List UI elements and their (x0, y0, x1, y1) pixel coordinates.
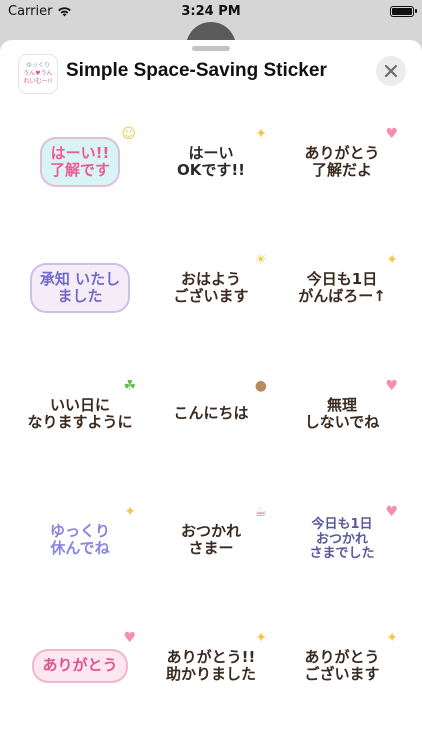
app-title: Simple Space-Saving Sticker (66, 60, 327, 81)
sticker-line: はーい!! (50, 143, 110, 162)
sticker-line: 無理 (326, 395, 357, 414)
sticker-s1[interactable]: はーい!! 了解です ☺ (20, 112, 140, 212)
sparkle-icon: ✦ (386, 630, 398, 646)
sticker-line: 助かりました (165, 665, 256, 683)
smile-icon: ☺ (121, 126, 136, 142)
sheet-grabber[interactable] (192, 46, 230, 51)
sticker-s15[interactable]: ありがとう ございます ✦ (282, 616, 402, 716)
battery-icon (390, 5, 417, 17)
sticker-label: ありがとう (32, 649, 128, 683)
sticker-s5[interactable]: おはよう ございます ☀ (151, 238, 271, 338)
sticker-s10[interactable]: ゆっくり 休んでね ✦ (20, 490, 140, 590)
sticker-label: 今日も1日 おつかれ さまでした (301, 511, 383, 569)
star-icon: ✦ (386, 252, 398, 268)
sticker-line: おつかれ (180, 521, 241, 540)
app-icon-text-2: うん♥うん (23, 70, 53, 77)
sticker-label: こんにちは (165, 399, 257, 429)
sticker-line: がんばろー↑ (298, 287, 386, 305)
sticker-line: 休んでね (50, 539, 110, 557)
sticker-label: ありがとう 了解だよ (296, 138, 388, 186)
sticker-line: こんにちは (173, 404, 249, 423)
sticker-line: さまでした (309, 546, 375, 562)
carrier-label: Carrier (8, 3, 53, 19)
sticker-s2[interactable]: はーい OKです!! ✦ (151, 112, 271, 212)
sticker-line: しないでね (304, 413, 380, 431)
status-bar: Carrier 3:24 PM (0, 0, 422, 22)
sticker-s11[interactable]: おつかれ さまー ☕ (151, 490, 271, 590)
heart-icon: ♥ (385, 378, 398, 394)
sticker-line: 了解だよ (311, 161, 372, 179)
sticker-line: ございます (304, 665, 380, 683)
close-icon (385, 65, 397, 77)
bear-icon: ● (254, 378, 267, 394)
status-left: Carrier (8, 4, 72, 19)
sticker-line: おつかれ (315, 531, 368, 547)
sparkle-icon: ✦ (255, 126, 267, 142)
sticker-line: 今日も1日 (306, 269, 378, 288)
heart-icon: ♥ (123, 630, 136, 646)
sticker-sheet: ゆっくり うん♥うん れいむー!! Simple Space-Saving St… (0, 40, 422, 750)
bunny-icon: ♥ (385, 126, 398, 142)
sticker-line: いい日に (50, 395, 111, 414)
close-button[interactable] (376, 56, 406, 86)
sparkle-icon: ✦ (255, 630, 267, 646)
sticker-s4[interactable]: 承知 いたし ました (20, 238, 140, 338)
app-icon: ゆっくり うん♥うん れいむー!! (18, 54, 58, 94)
sticker-s9[interactable]: 無理 しないでね ♥ (282, 364, 402, 464)
sticker-label: おつかれ さまー (172, 516, 249, 564)
sticker-label: ありがとう!! 助かりました (157, 642, 264, 690)
sticker-label: ありがとう ございます (296, 642, 388, 690)
sticker-s7[interactable]: いい日に なりますように ☘ (19, 364, 141, 464)
sticker-label: はーい OKです!! (168, 138, 254, 186)
sticker-label: ゆっくり 休んでね (41, 516, 118, 564)
sticker-label: 無理 しないでね (296, 390, 388, 438)
heart-icon: ♥ (385, 504, 398, 520)
sticker-line: ありがとう (304, 143, 380, 162)
sticker-s3[interactable]: ありがとう 了解だよ ♥ (282, 112, 402, 212)
sticker-s12[interactable]: 今日も1日 おつかれ さまでした ♥ (282, 490, 402, 590)
sticker-line: 今日も1日 (311, 516, 373, 532)
sticker-line: ありがとう!! (166, 647, 256, 666)
sticker-line: おはよう (180, 269, 241, 288)
sticker-line: ありがとう (42, 656, 118, 675)
sticker-line: ございます (173, 287, 249, 305)
sticker-line: ました (57, 287, 103, 305)
app-icon-text-3: れいむー!! (23, 78, 53, 85)
sticker-label: 承知 いたし ました (29, 262, 131, 314)
sparkle-icon: ✦ (124, 504, 136, 520)
sticker-line: さまー (188, 539, 234, 557)
sticker-line: なりますように (27, 413, 133, 431)
app-icon-text-1: ゆっくり (25, 62, 50, 69)
cup-icon: ☕ (254, 504, 267, 520)
sun-icon: ☀ (254, 252, 267, 268)
sticker-line: 承知 いたし (39, 269, 121, 288)
sticker-line: 了解です (49, 161, 110, 179)
clover-icon: ☘ (123, 378, 136, 394)
sticker-line: OKです!! (176, 161, 246, 179)
sticker-label: いい日に なりますように (19, 390, 141, 438)
sticker-label: はーい!! 了解です (39, 136, 120, 188)
sticker-s6[interactable]: 今日も1日 がんばろー↑ ✦ (282, 238, 402, 338)
sticker-label: 今日も1日 がんばろー↑ (290, 264, 394, 312)
sticker-s14[interactable]: ありがとう!! 助かりました ✦ (151, 616, 271, 716)
sticker-s8[interactable]: こんにちは ● (151, 364, 271, 464)
sticker-line: はーい (188, 143, 234, 162)
sticker-label: おはよう ございます (165, 264, 257, 312)
sticker-line: ゆっくり (49, 521, 110, 540)
sticker-s13[interactable]: ありがとう ♥ (20, 616, 140, 716)
sheet-header: ゆっくり うん♥うん れいむー!! Simple Space-Saving St… (0, 54, 422, 100)
wifi-icon (58, 6, 72, 16)
sticker-line: ありがとう (304, 647, 380, 666)
